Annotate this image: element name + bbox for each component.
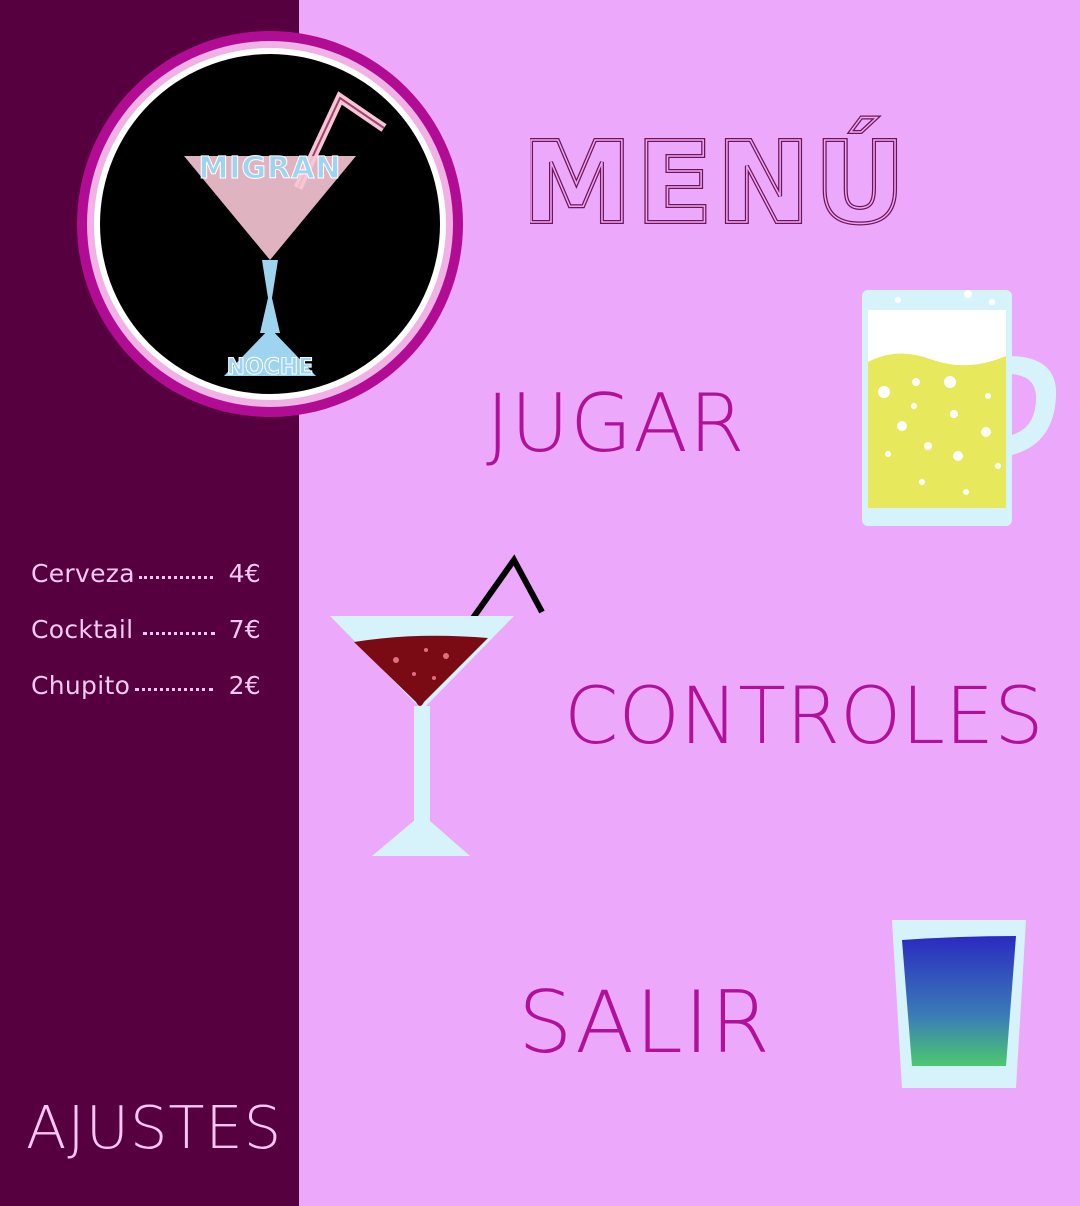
settings-button[interactable]: AJUSTES [26, 1088, 282, 1168]
shot-glass-icon [890, 918, 1028, 1092]
price-row-cocktail: Cocktail 7€ [31, 612, 261, 648]
svg-text:MENÚ: MENÚ [530, 118, 900, 240]
logo-bottom-text: NOCHE [227, 355, 314, 380]
cocktail-glass-icon [326, 552, 550, 860]
price-item-name: Cerveza [31, 559, 135, 588]
exit-button[interactable]: SALIR [518, 980, 771, 1066]
menu-title: MENÚ MENÚ [530, 94, 900, 240]
price-dots [143, 626, 215, 635]
beer-mug-icon [858, 286, 1060, 530]
play-button[interactable]: JUGAR [486, 384, 745, 464]
price-dots [135, 682, 213, 691]
price-row-cerveza: Cerveza 4€ [31, 556, 261, 592]
price-item-value: 4€ [228, 559, 261, 588]
sidebar: MIGRAN NOCHE Cerveza 4€ Cocktail 7€ Chup… [0, 0, 463, 1206]
price-item-value: 2€ [228, 671, 261, 700]
controls-button[interactable]: CONTROLES [564, 678, 1044, 756]
price-item-name: Chupito [31, 671, 131, 700]
price-dots [139, 570, 213, 579]
price-item-value: 7€ [228, 615, 261, 644]
cocktail-glass-logo-icon: MIGRAN NOCHE [77, 31, 463, 417]
logo-top-text: MIGRAN [198, 151, 341, 186]
price-item-name: Cocktail [31, 615, 134, 644]
game-logo: MIGRAN NOCHE [74, 28, 466, 420]
price-row-chupito: Chupito 2€ [31, 668, 261, 704]
